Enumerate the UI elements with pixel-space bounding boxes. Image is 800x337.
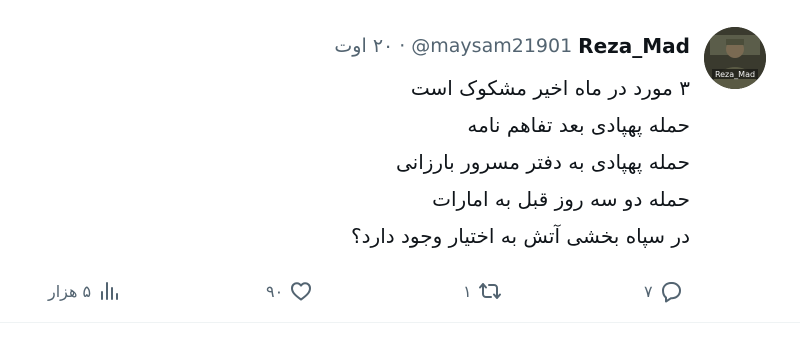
views-count: ۵ هزار <box>48 281 92 301</box>
heart-icon <box>291 282 312 301</box>
reply-icon <box>661 282 681 303</box>
tweet-line: حمله دو سه روز قبل به امارات <box>432 187 690 211</box>
retweet-button[interactable]: ۱ <box>457 276 502 306</box>
tweet-date[interactable]: ۲۰ اوت <box>334 35 393 57</box>
retweet-icon <box>478 283 501 299</box>
tweet-header: Reza_Mad @maysam21901 · ۲۰ اوت <box>334 34 690 58</box>
views-button[interactable]: ۵ هزار <box>42 276 121 306</box>
retweet-count: ۱ <box>463 281 472 301</box>
bottom-divider <box>0 322 800 323</box>
tweet-text: ۳ مورد در ماه اخیر مشکوک است حمله پهپادی… <box>130 70 690 255</box>
author-handle[interactable]: @maysam21901 <box>411 35 572 57</box>
views-icon <box>101 282 119 300</box>
action-bar: ۷ ۱ ۹۰ ۵ هزار <box>0 276 800 306</box>
reply-button[interactable]: ۷ <box>638 276 683 306</box>
tweet-line: حمله پهپادی بعد تفاهم نامه <box>467 113 690 137</box>
tweet-line: حمله پهپادی به دفتر مسرور بارزانی <box>395 150 690 174</box>
like-button[interactable]: ۹۰ <box>260 276 313 306</box>
avatar-image: Reza_Mad <box>704 27 766 89</box>
like-count: ۹۰ <box>266 281 284 301</box>
tweet: Reza_Mad Reza_Mad @maysam21901 · ۲۰ اوت … <box>0 0 800 337</box>
tweet-line: ۳ مورد در ماه اخیر مشکوک است <box>410 76 690 100</box>
avatar[interactable]: Reza_Mad <box>704 27 766 89</box>
tweet-line: در سپاه بخشی آتش به اختیار وجود دارد؟ <box>351 224 690 248</box>
avatar-caption: Reza_Mad <box>715 70 755 79</box>
reply-count: ۷ <box>644 281 653 301</box>
separator-dot: · <box>399 35 406 57</box>
author-name[interactable]: Reza_Mad <box>578 34 690 58</box>
